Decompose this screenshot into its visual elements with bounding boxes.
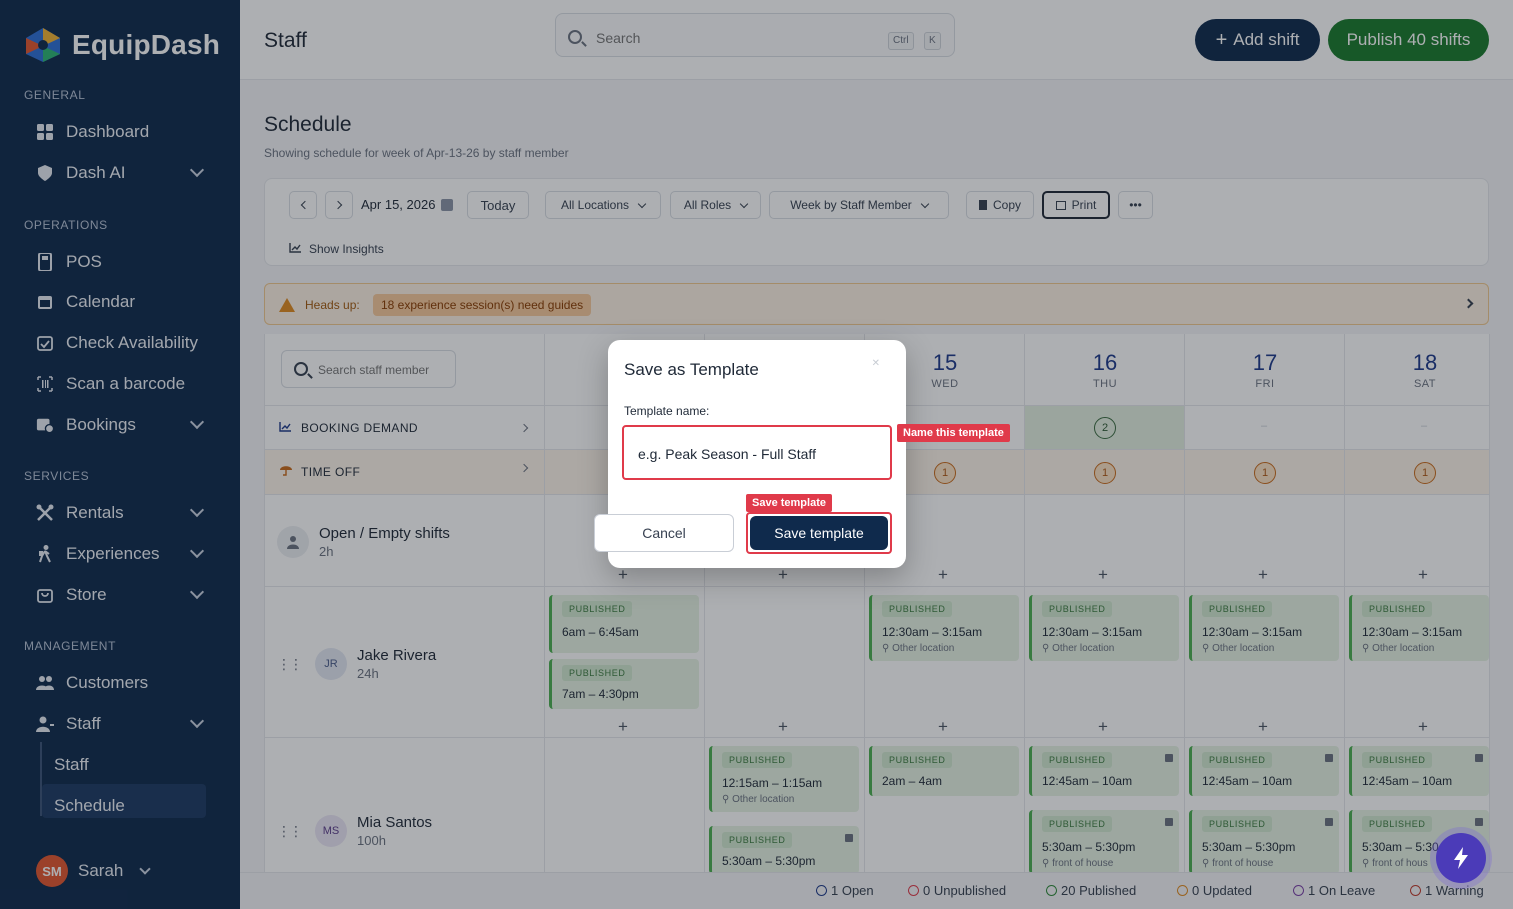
cancel-button[interactable]: Cancel xyxy=(594,514,734,552)
annotation-name-template: Name this template xyxy=(897,424,1010,442)
close-icon[interactable]: ✕ xyxy=(872,358,880,369)
template-name-field[interactable] xyxy=(622,425,892,480)
ai-assistant-button[interactable] xyxy=(1436,833,1486,883)
save-template-highlight: Save template xyxy=(746,512,892,554)
template-name-label: Template name: xyxy=(624,404,710,418)
save-template-modal: Save as Template ✕ Template name: Cancel… xyxy=(594,340,906,568)
save-template-button[interactable]: Save template xyxy=(750,516,888,550)
lightning-icon xyxy=(1454,847,1468,869)
modal-title: Save as Template xyxy=(624,360,759,379)
app-root: EquipDash GENERAL Dashboard Dash AI OPER… xyxy=(0,0,1513,909)
annotation-save-template: Save template xyxy=(746,494,832,512)
template-name-input[interactable] xyxy=(638,446,878,462)
